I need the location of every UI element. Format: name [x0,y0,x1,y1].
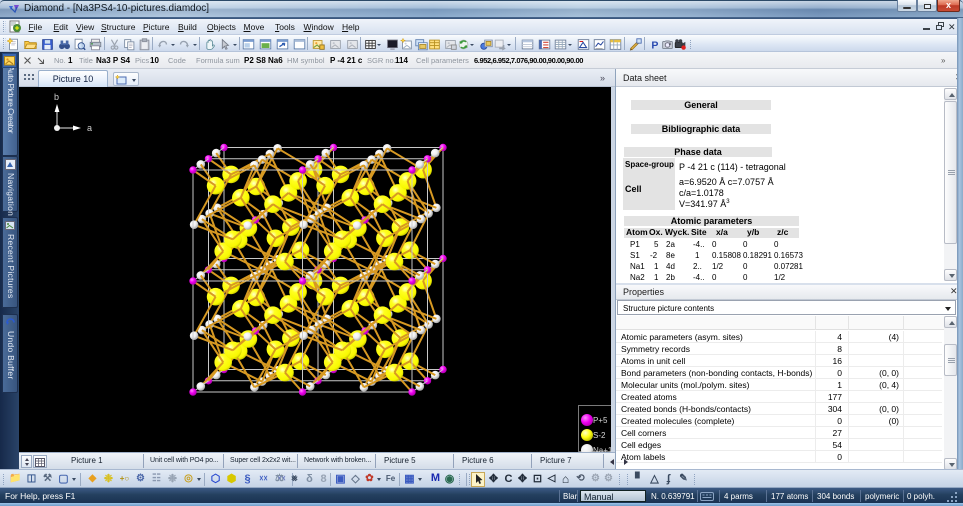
svg-text:S-2: S-2 [593,431,606,440]
svg-text:P: P [651,39,658,51]
svg-text:a: a [87,123,92,133]
svg-text:P+5: P+5 [593,416,608,425]
svg-text:b: b [54,92,59,102]
